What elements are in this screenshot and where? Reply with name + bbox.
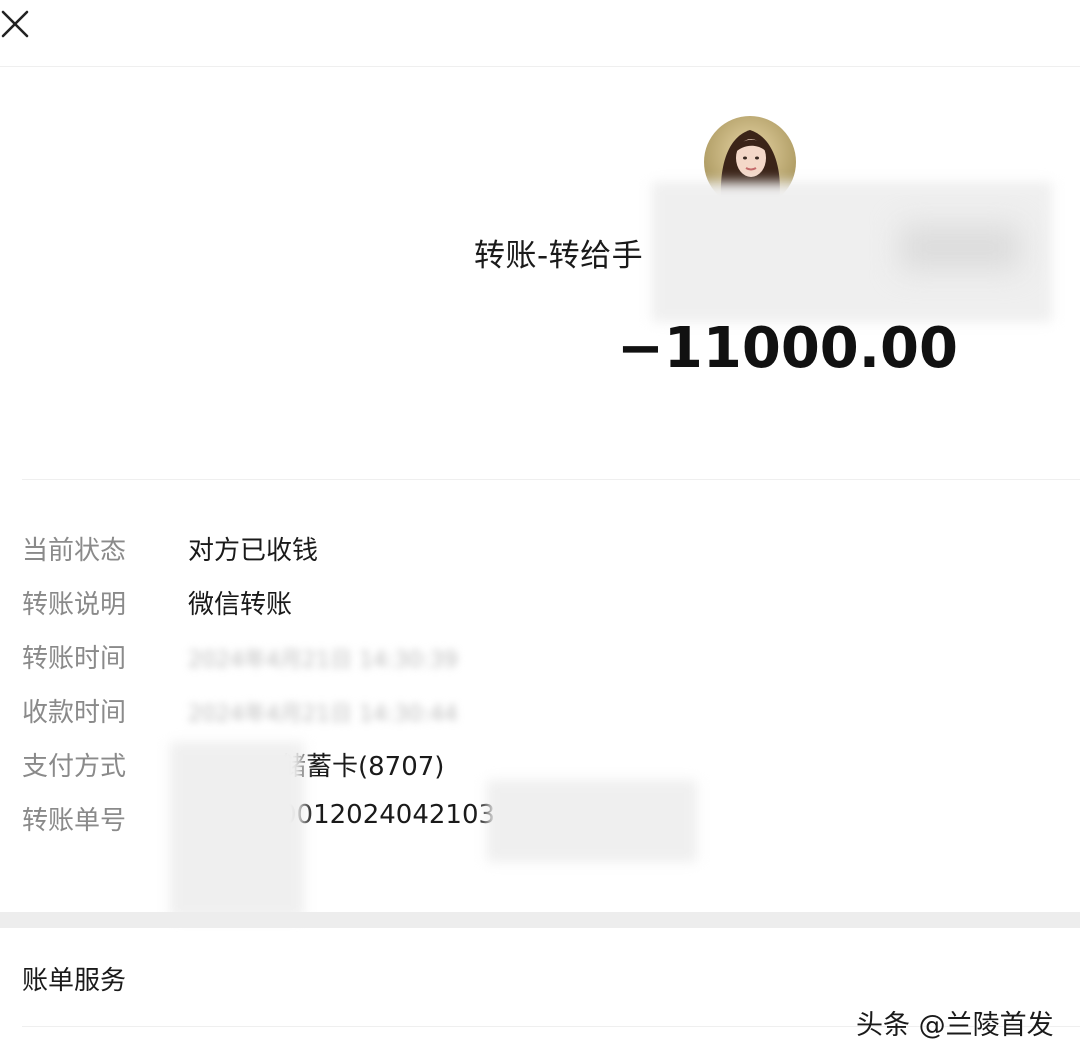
detail-row-status: 当前状态 对方已收钱: [0, 530, 1080, 584]
transfer-amount: −11000.00: [617, 316, 958, 381]
detail-row-transfer-time: 转账时间 2024年4月21日 14:30:39: [0, 638, 1080, 692]
transaction-id-label: 转账单号: [22, 806, 127, 836]
redacted-transaction-suffix: [487, 780, 697, 862]
redaction-shade: [900, 225, 1020, 270]
payment-method-value: 储蓄卡(8707): [280, 752, 445, 782]
source-watermark: 头条 @兰陵首发: [856, 1010, 1054, 1041]
receive-time-label: 收款时间: [22, 698, 127, 728]
status-label: 当前状态: [22, 536, 127, 566]
description-value: 微信转账: [188, 590, 293, 620]
detail-row-description: 转账说明 微信转账: [0, 584, 1080, 638]
detail-row-receive-time: 收款时间 2024年4月21日 14:30:44: [0, 692, 1080, 746]
section-divider: [22, 479, 1080, 480]
status-value: 对方已收钱: [188, 536, 319, 566]
transfer-time-label: 转账时间: [22, 644, 127, 674]
close-icon: [1, 10, 29, 38]
transaction-id-value: 0012024042103: [280, 800, 496, 830]
top-divider: [0, 66, 1080, 67]
close-button[interactable]: [0, 6, 34, 42]
payment-method-label: 支付方式: [22, 752, 127, 782]
description-label: 转账说明: [22, 590, 127, 620]
section-separator-band: [0, 912, 1080, 928]
redacted-bank-name: [170, 742, 304, 918]
bill-service-label: 账单服务: [22, 966, 127, 996]
transfer-time-value-redacted: 2024年4月21日 14:30:39: [188, 648, 458, 673]
receive-time-value-redacted: 2024年4月21日 14:30:44: [188, 702, 458, 727]
transfer-title: 转账-转给手: [474, 238, 644, 274]
